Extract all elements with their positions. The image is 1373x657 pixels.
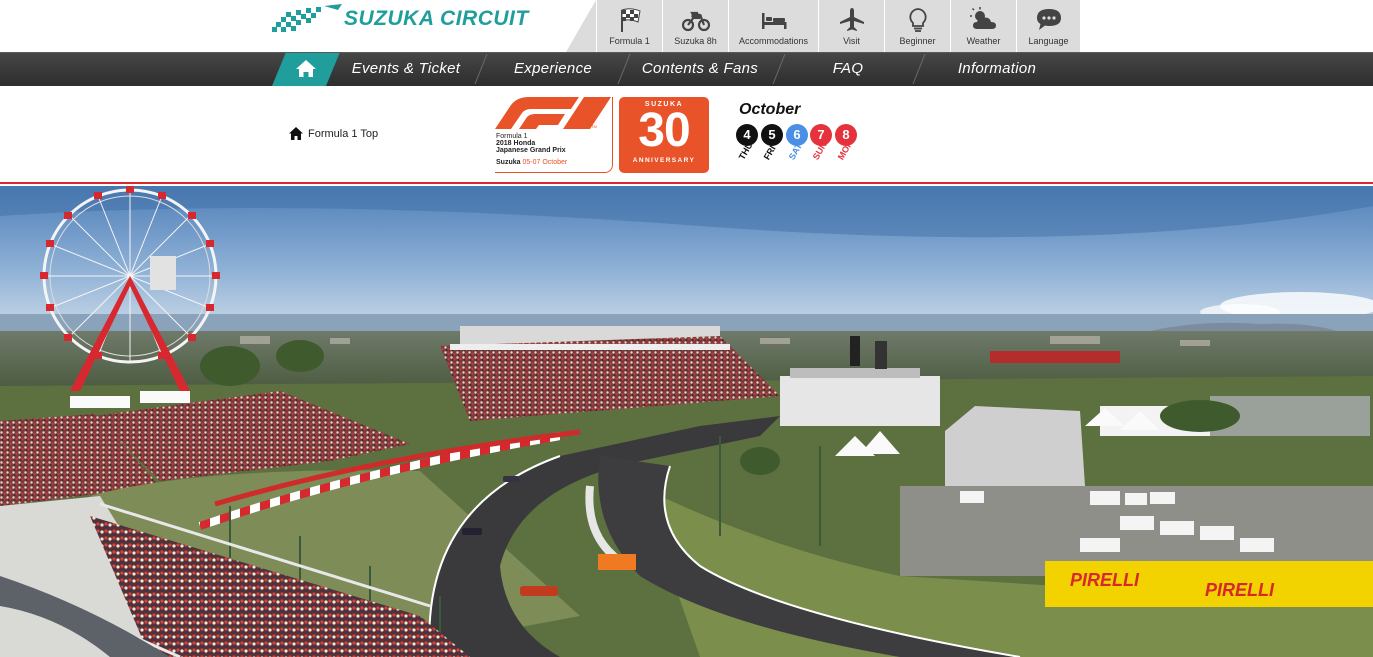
home-tab-shape bbox=[272, 52, 340, 86]
event-info-bar: Formula 1 Top TM Formula 1 2018 Honda Ja… bbox=[0, 86, 1373, 184]
icon-nav-label: Weather bbox=[966, 36, 1001, 46]
site-logo[interactable]: SUZUKA CIRCUIT bbox=[272, 2, 542, 36]
banner-text-left: PIRELLI bbox=[1070, 570, 1140, 590]
page: SUZUKA CIRCUIT Formula 1 Suzuka 8h Accom… bbox=[0, 0, 1373, 657]
nav-separator bbox=[474, 54, 488, 84]
nav-separator bbox=[617, 54, 631, 84]
event-dates: 05-07 October bbox=[522, 159, 568, 166]
home-icon bbox=[289, 127, 303, 140]
hero-image: PIRELLI PIRELLI bbox=[0, 186, 1373, 657]
svg-text:TM: TM bbox=[591, 124, 597, 129]
event-venue-name: Suzuka bbox=[496, 159, 521, 166]
anniversary-number: 30 bbox=[638, 104, 690, 157]
nav-experience[interactable]: Experience bbox=[494, 52, 612, 86]
breadcrumb[interactable]: Formula 1 Top bbox=[289, 127, 378, 140]
icon-nav-accommodations[interactable]: Accommodations bbox=[728, 0, 818, 52]
nav-events-ticket[interactable]: Events & Ticket bbox=[345, 52, 467, 86]
event-venue: Suzuka 05-07 October bbox=[496, 159, 567, 166]
breadcrumb-label: Formula 1 Top bbox=[308, 127, 379, 140]
calendar-month: October bbox=[739, 101, 801, 118]
icon-nav-label: Language bbox=[1028, 36, 1069, 46]
icon-nav-visit[interactable]: Visit bbox=[818, 0, 884, 52]
logo-text: SUZUKA CIRCUIT bbox=[344, 7, 529, 30]
bed-icon bbox=[761, 13, 786, 29]
icon-nav-label: Formula 1 bbox=[609, 36, 650, 46]
icon-nav-label: Beginner bbox=[899, 36, 936, 46]
icon-nav-label: Accommodations bbox=[738, 36, 809, 46]
nav-information[interactable]: Information bbox=[930, 52, 1064, 86]
event-logo: TM Formula 1 2018 Honda Japanese Grand P… bbox=[495, 97, 613, 173]
nav-separator bbox=[912, 54, 926, 84]
nav-contents-fans[interactable]: Contents & Fans bbox=[634, 52, 766, 86]
icon-nav-label: Visit bbox=[843, 36, 860, 46]
airplane-icon bbox=[839, 8, 864, 31]
icon-nav-beginner[interactable]: Beginner bbox=[884, 0, 950, 52]
event-logo-line3: Japanese Grand Prix bbox=[496, 147, 566, 154]
calendar-day: 5 bbox=[761, 124, 783, 146]
anniversary-bottom: ANNIVERSARY bbox=[632, 157, 696, 164]
top-header: SUZUKA CIRCUIT Formula 1 Suzuka 8h Accom… bbox=[0, 0, 1373, 52]
anniversary-badge: SUZUKA 30 ANNIVERSARY bbox=[619, 97, 709, 173]
icon-navigation: Formula 1 Suzuka 8h Accommodations Visit… bbox=[566, 0, 1080, 52]
icon-nav-slant bbox=[566, 0, 596, 52]
checkered-flag-icon bbox=[620, 8, 641, 32]
icon-nav-label: Suzuka 8h bbox=[674, 36, 717, 46]
circuit-panorama: PIRELLI PIRELLI bbox=[0, 186, 1373, 657]
icon-nav-language[interactable]: Language bbox=[1016, 0, 1080, 52]
nav-separator bbox=[772, 54, 786, 84]
icon-nav-formula1[interactable]: Formula 1 bbox=[596, 0, 662, 52]
calendar-weekday: SAT bbox=[786, 141, 805, 162]
banner-text-right: PIRELLI bbox=[1205, 580, 1275, 600]
calendar-weekday: FRI bbox=[761, 143, 778, 162]
weather-icon bbox=[969, 7, 996, 29]
lightbulb-icon bbox=[908, 8, 927, 32]
main-navigation: Events & Ticket Experience Contents & Fa… bbox=[0, 52, 1373, 86]
motorcycle-icon bbox=[681, 11, 710, 32]
nav-faq[interactable]: FAQ bbox=[790, 52, 906, 86]
icon-nav-weather[interactable]: Weather bbox=[950, 0, 1016, 52]
icon-nav-suzuka8h[interactable]: Suzuka 8h bbox=[662, 0, 728, 52]
f1-logo-icon: TM bbox=[495, 97, 611, 129]
checkered-flag-logo-icon bbox=[272, 4, 342, 32]
nav-home-button[interactable] bbox=[272, 52, 340, 86]
speech-bubble-icon bbox=[1036, 9, 1061, 30]
